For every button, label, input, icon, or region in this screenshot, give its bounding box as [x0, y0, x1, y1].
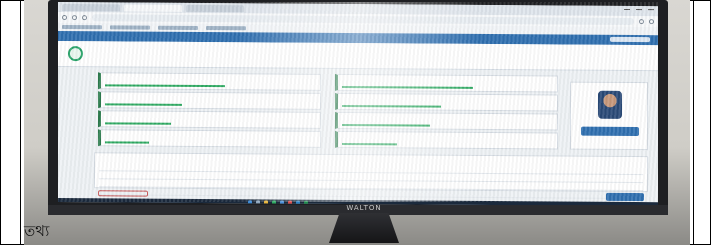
card-label	[342, 77, 553, 84]
title-row	[58, 41, 658, 72]
summary-card[interactable]	[335, 111, 558, 131]
forward-icon[interactable]	[72, 15, 77, 21]
card-progress-bar	[342, 142, 397, 146]
notice-text	[304, 192, 494, 199]
screen	[58, 2, 658, 207]
card-label	[105, 75, 316, 82]
page-subtitle	[90, 56, 390, 64]
caption: তথ্য	[24, 222, 50, 240]
profile-icon[interactable]	[649, 19, 654, 25]
card-progress-bar	[105, 141, 149, 144]
card-label	[105, 113, 316, 120]
bookmark-item[interactable]	[110, 25, 150, 30]
maximize-icon[interactable]	[636, 9, 642, 14]
card-label	[342, 96, 553, 103]
summary-card[interactable]	[98, 110, 321, 129]
card-progress-bar	[342, 104, 441, 108]
summary-card[interactable]	[335, 130, 558, 150]
card-label	[342, 134, 553, 141]
extensions-icon[interactable]	[639, 19, 644, 25]
card-label	[342, 115, 553, 122]
monitor-photo: WALTON	[24, 0, 690, 245]
window-controls	[624, 8, 654, 14]
submit-button[interactable]	[606, 192, 644, 202]
monitor-stand	[329, 213, 399, 243]
card-progress-bar	[105, 84, 226, 88]
profile-button[interactable]	[581, 126, 639, 137]
summary-cards	[98, 72, 558, 151]
card-progress-bar	[105, 122, 171, 125]
card-label	[105, 94, 316, 101]
close-icon[interactable]	[648, 9, 654, 14]
back-icon[interactable]	[62, 15, 67, 21]
info-table-panel	[94, 152, 648, 199]
left-rule	[20, 1, 21, 245]
card-progress-bar	[105, 103, 182, 106]
summary-card[interactable]	[98, 72, 321, 91]
minimize-icon[interactable]	[624, 8, 630, 13]
card-progress-bar	[342, 123, 430, 127]
reload-icon[interactable]	[82, 15, 87, 21]
user-menu[interactable]	[610, 36, 650, 43]
bookmark-item[interactable]	[206, 26, 246, 31]
avatar	[598, 90, 622, 119]
right-rule	[693, 1, 694, 245]
summary-card[interactable]	[98, 91, 321, 110]
back-button[interactable]	[98, 190, 148, 197]
profile-card	[570, 81, 648, 151]
browser-tab[interactable]	[62, 3, 120, 11]
summary-card[interactable]	[335, 73, 558, 93]
bookmark-item[interactable]	[158, 25, 198, 30]
browser-tab[interactable]	[186, 4, 244, 12]
card-label	[105, 132, 316, 139]
summary-card[interactable]	[98, 129, 321, 148]
card-progress-bar	[342, 85, 474, 89]
monitor-brand: WALTON	[346, 204, 382, 212]
browser-tab-active[interactable]	[124, 3, 182, 12]
bookmark-item[interactable]	[62, 25, 102, 30]
logo-icon	[68, 46, 83, 62]
summary-card[interactable]	[335, 92, 558, 112]
page-title	[90, 46, 390, 56]
